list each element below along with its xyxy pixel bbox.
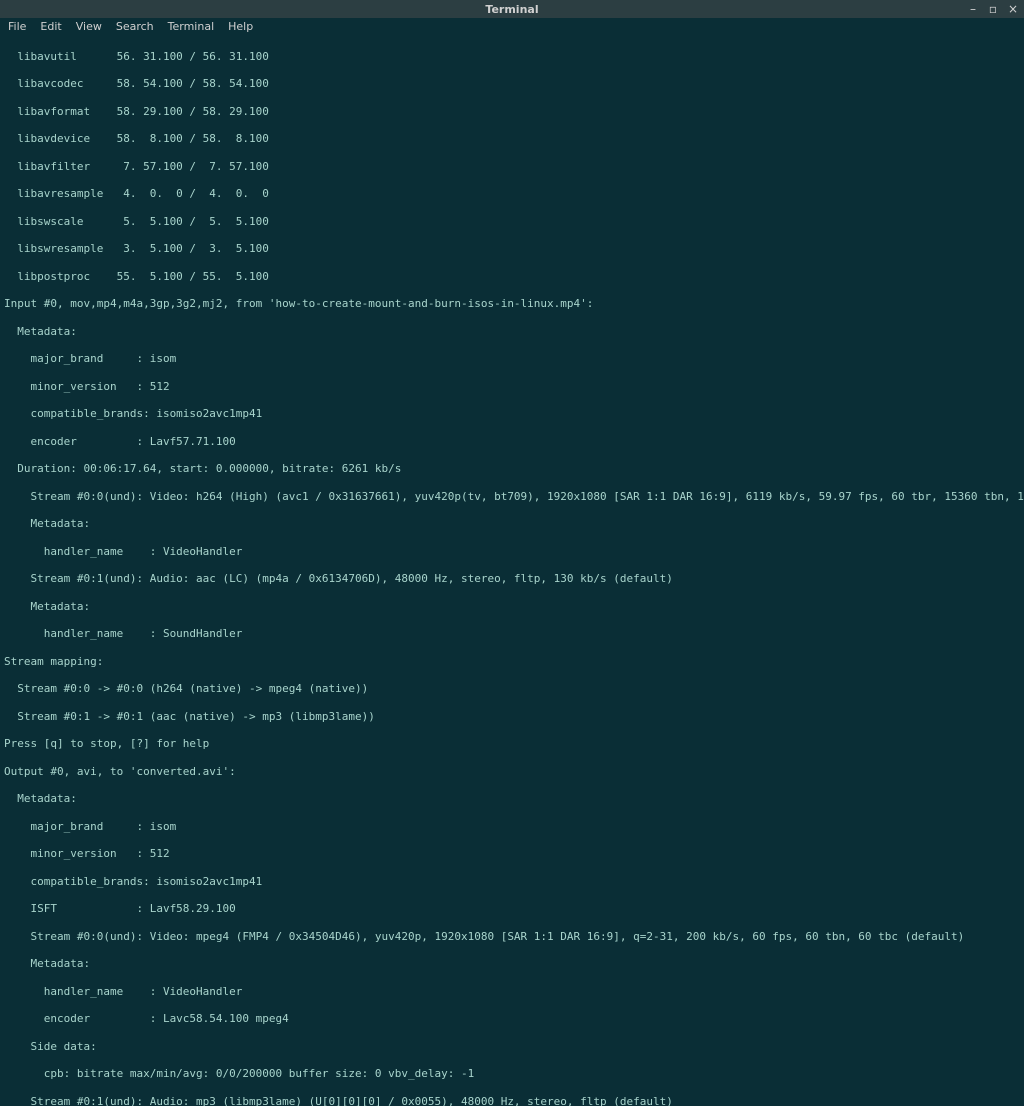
terminal-line: libavfilter 7. 57.100 / 7. 57.100 xyxy=(4,160,1020,174)
terminal-line: handler_name : SoundHandler xyxy=(4,627,1020,641)
terminal-line: major_brand : isom xyxy=(4,820,1020,834)
window-title: Terminal xyxy=(485,3,538,16)
terminal-line: libpostproc 55. 5.100 / 55. 5.100 xyxy=(4,270,1020,284)
terminal-output[interactable]: libavutil 56. 31.100 / 56. 31.100 libavc… xyxy=(0,34,1024,1106)
terminal-line: libavdevice 58. 8.100 / 58. 8.100 xyxy=(4,132,1020,146)
menubar: File Edit View Search Terminal Help xyxy=(0,18,1024,34)
menu-terminal[interactable]: Terminal xyxy=(162,20,221,33)
terminal-line: libavresample 4. 0. 0 / 4. 0. 0 xyxy=(4,187,1020,201)
terminal-line: minor_version : 512 xyxy=(4,380,1020,394)
terminal-line: Stream #0:0(und): Video: h264 (High) (av… xyxy=(4,490,1020,504)
terminal-line: Input #0, mov,mp4,m4a,3gp,3g2,mj2, from … xyxy=(4,297,1020,311)
terminal-line: Stream #0:1(und): Audio: mp3 (libmp3lame… xyxy=(4,1095,1020,1106)
terminal-line: ISFT : Lavf58.29.100 xyxy=(4,902,1020,916)
terminal-line: encoder : Lavc58.54.100 mpeg4 xyxy=(4,1012,1020,1026)
terminal-line: compatible_brands: isomiso2avc1mp41 xyxy=(4,407,1020,421)
menu-view[interactable]: View xyxy=(70,20,108,33)
terminal-line: Stream #0:0(und): Video: mpeg4 (FMP4 / 0… xyxy=(4,930,1020,944)
window-titlebar: Terminal – ▫ × xyxy=(0,0,1024,18)
menu-file[interactable]: File xyxy=(2,20,32,33)
terminal-line: libavutil 56. 31.100 / 56. 31.100 xyxy=(4,50,1020,64)
terminal-line: Stream #0:0 -> #0:0 (h264 (native) -> mp… xyxy=(4,682,1020,696)
terminal-line: libavcodec 58. 54.100 / 58. 54.100 xyxy=(4,77,1020,91)
terminal-line: encoder : Lavf57.71.100 xyxy=(4,435,1020,449)
terminal-line: Metadata: xyxy=(4,325,1020,339)
maximize-icon[interactable]: ▫ xyxy=(986,2,1000,16)
terminal-line: Stream mapping: xyxy=(4,655,1020,669)
terminal-line: Metadata: xyxy=(4,792,1020,806)
terminal-line: Metadata: xyxy=(4,517,1020,531)
terminal-line: libavformat 58. 29.100 / 58. 29.100 xyxy=(4,105,1020,119)
menu-edit[interactable]: Edit xyxy=(34,20,67,33)
terminal-line: handler_name : VideoHandler xyxy=(4,545,1020,559)
terminal-line: minor_version : 512 xyxy=(4,847,1020,861)
terminal-line: Output #0, avi, to 'converted.avi': xyxy=(4,765,1020,779)
terminal-line: Duration: 00:06:17.64, start: 0.000000, … xyxy=(4,462,1020,476)
terminal-line: libswresample 3. 5.100 / 3. 5.100 xyxy=(4,242,1020,256)
terminal-line: major_brand : isom xyxy=(4,352,1020,366)
window-controls: – ▫ × xyxy=(966,0,1020,18)
minimize-icon[interactable]: – xyxy=(966,2,980,16)
terminal-line: cpb: bitrate max/min/avg: 0/0/200000 buf… xyxy=(4,1067,1020,1081)
menu-search[interactable]: Search xyxy=(110,20,160,33)
terminal-line: handler_name : VideoHandler xyxy=(4,985,1020,999)
terminal-line: compatible_brands: isomiso2avc1mp41 xyxy=(4,875,1020,889)
terminal-line: Metadata: xyxy=(4,600,1020,614)
terminal-line: Side data: xyxy=(4,1040,1020,1054)
terminal-line: Metadata: xyxy=(4,957,1020,971)
terminal-line: Press [q] to stop, [?] for help xyxy=(4,737,1020,751)
terminal-line: Stream #0:1 -> #0:1 (aac (native) -> mp3… xyxy=(4,710,1020,724)
menu-help[interactable]: Help xyxy=(222,20,259,33)
terminal-line: Stream #0:1(und): Audio: aac (LC) (mp4a … xyxy=(4,572,1020,586)
terminal-line: libswscale 5. 5.100 / 5. 5.100 xyxy=(4,215,1020,229)
close-icon[interactable]: × xyxy=(1006,2,1020,16)
